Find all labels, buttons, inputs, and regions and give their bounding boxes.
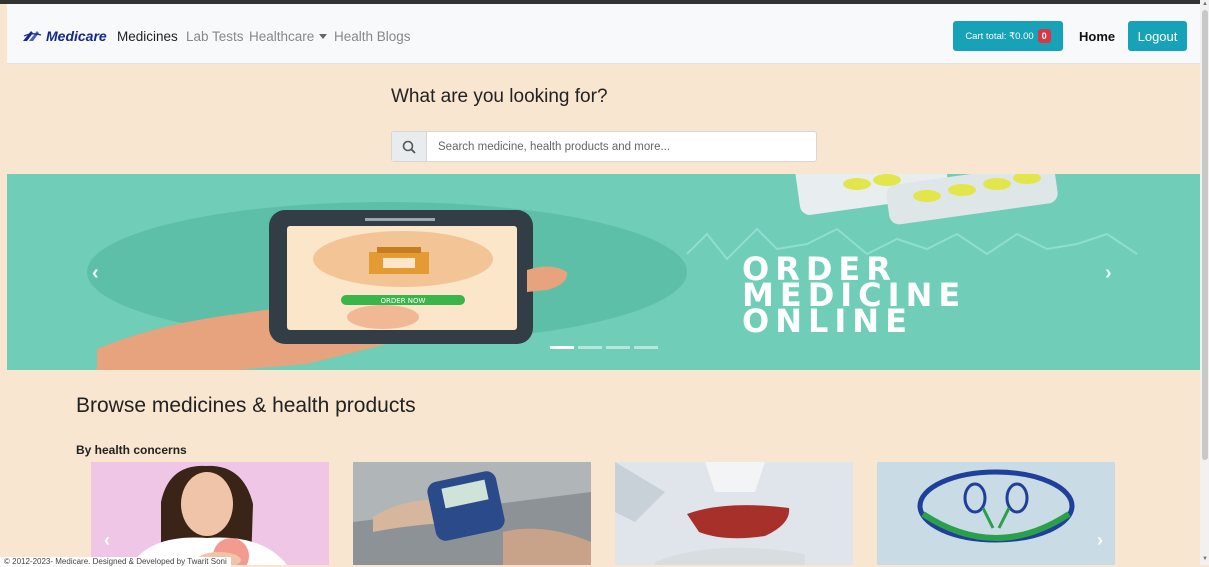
- brand[interactable]: Medicare: [21, 26, 107, 46]
- search-input[interactable]: [427, 132, 816, 161]
- nav-lab-tests[interactable]: Lab Tests: [186, 29, 244, 44]
- home-link[interactable]: Home: [1079, 29, 1115, 44]
- carousel-indicators: [550, 346, 658, 349]
- search-heading: What are you looking for?: [391, 86, 608, 107]
- scroll-up-icon[interactable]: ▲: [1202, 1, 1208, 7]
- chevron-down-icon: [319, 33, 328, 39]
- cart-button[interactable]: Cart total: ₹0.00 0: [953, 21, 1063, 51]
- nav-healthcare[interactable]: Healthcare: [249, 29, 328, 44]
- cart-total: Cart total: ₹0.00: [965, 30, 1034, 42]
- carousel-indicator[interactable]: [550, 346, 574, 349]
- svg-text:ONLINE: ONLINE: [742, 302, 913, 340]
- browse-heading: Browse medicines & health products: [76, 394, 416, 417]
- nav-health-blogs[interactable]: Health Blogs: [334, 29, 411, 44]
- glucometer-photo: [353, 471, 591, 565]
- chest-pain-photo: [131, 465, 287, 565]
- liver-photo: [615, 462, 805, 565]
- search-box: [391, 131, 817, 162]
- cards-prev-icon[interactable]: ‹: [104, 530, 110, 551]
- scroll-down-icon[interactable]: ▼: [1202, 556, 1208, 562]
- pill-pack-illustration: [795, 174, 1058, 225]
- carousel-indicator[interactable]: [634, 346, 658, 349]
- carousel-indicator[interactable]: [606, 346, 630, 349]
- footer-copyright: © 2012-2023- Medicare. Designed & Develo…: [0, 557, 231, 567]
- cart-count-badge: 0: [1037, 29, 1051, 43]
- nav-medicines[interactable]: Medicines: [117, 29, 178, 44]
- order-medicine-banner: ORDER NOW ORDER MEDICINE ONLINE: [87, 174, 1138, 370]
- navbar: Medicare Medicines Lab Tests Healthcare …: [7, 4, 1200, 64]
- hero-carousel: ORDER NOW ORDER MEDICINE ONLINE ‹ ›: [7, 174, 1200, 370]
- category-card-kidney[interactable]: [877, 462, 1115, 565]
- category-card-liver[interactable]: [615, 462, 853, 565]
- carousel-next-icon[interactable]: ›: [1105, 262, 1112, 285]
- search-icon[interactable]: [392, 132, 427, 161]
- logout-button[interactable]: Logout: [1128, 21, 1187, 51]
- brand-name: Medicare: [46, 28, 107, 44]
- carousel-prev-icon[interactable]: ‹: [92, 262, 99, 285]
- kidney-logo: [917, 469, 1075, 543]
- cards-next-icon[interactable]: ›: [1097, 530, 1103, 551]
- caduceus-logo-icon: [23, 31, 42, 41]
- scrollbar-thumb[interactable]: [1202, 10, 1208, 460]
- order-now-banner-button: ORDER NOW: [381, 297, 426, 305]
- category-card-diabetes[interactable]: [353, 462, 591, 565]
- category-card-chest-pain[interactable]: [91, 462, 329, 565]
- carousel-indicator[interactable]: [578, 346, 602, 349]
- nav-healthcare-label: Healthcare: [249, 29, 315, 44]
- order-medicine-online-text: ORDER MEDICINE ONLINE: [742, 250, 960, 340]
- health-concerns-label: By health concerns: [76, 443, 187, 457]
